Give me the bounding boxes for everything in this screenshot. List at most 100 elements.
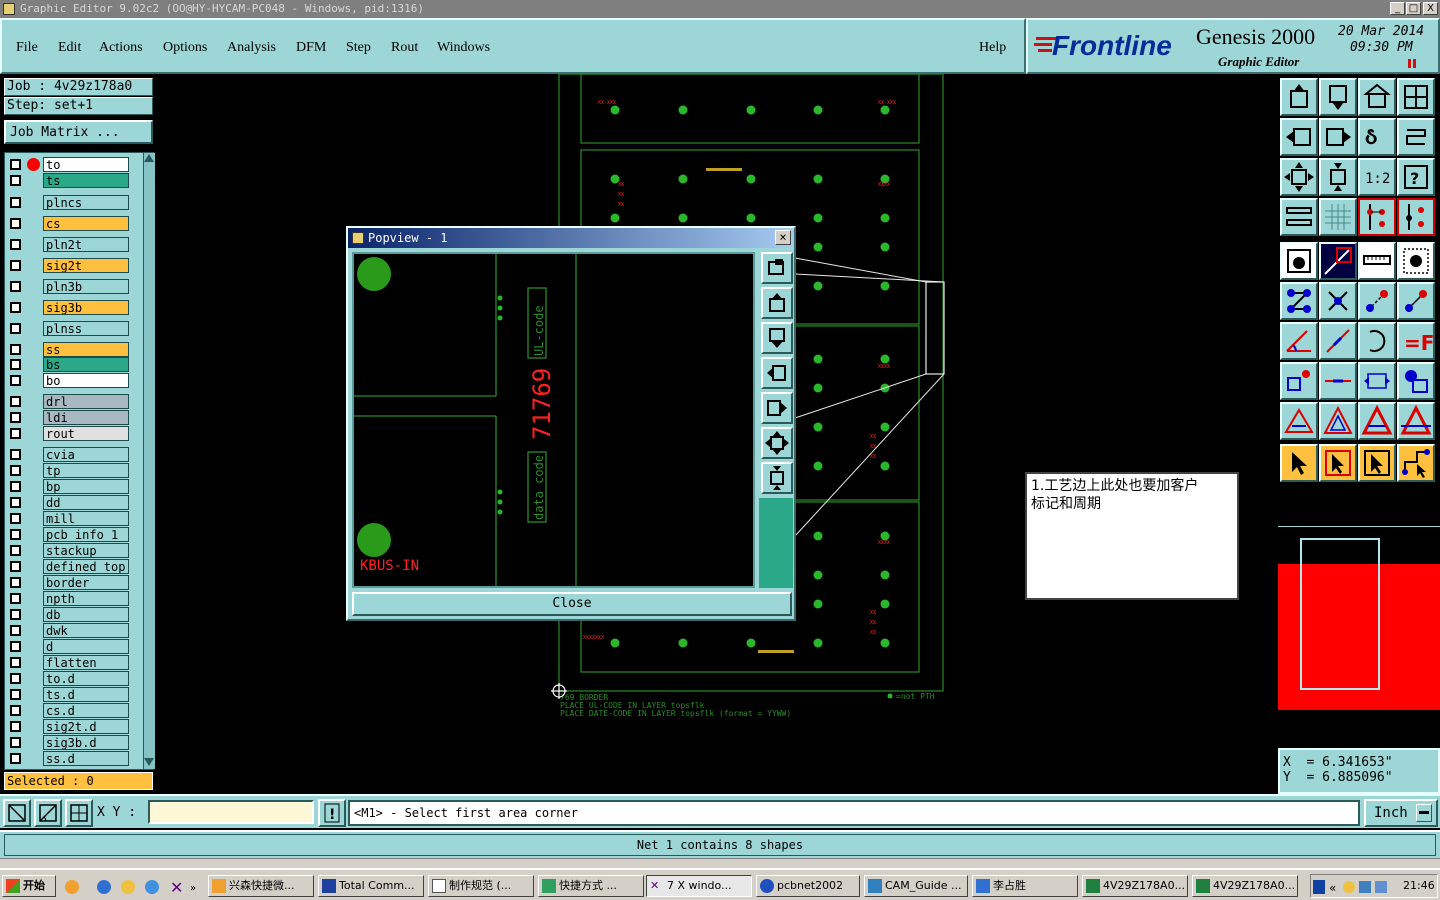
layer-checkbox[interactable] [10,302,21,313]
layer-row[interactable]: ss [7,342,129,357]
task-item-active[interactable]: ✕ 7 X windo... [646,875,752,897]
popview-dialog[interactable]: Popview - 1 × UL-code data code 71769 KB… [346,226,796,621]
layer-row[interactable]: flatten [7,655,129,670]
menu-analysis[interactable]: Analysis [227,40,276,56]
select-box-button[interactable] [1319,444,1357,482]
ime-icon[interactable] [1313,880,1325,894]
layer-row[interactable]: to.d [7,671,129,686]
layer-name[interactable]: bo [43,373,129,388]
layer-name[interactable]: rout [43,426,129,441]
layer-name[interactable]: sig2t [43,258,129,273]
layer-checkbox[interactable] [10,344,21,355]
layer-name[interactable]: to [43,157,129,172]
ie-icon[interactable] [97,880,111,894]
group-button[interactable] [1397,362,1435,400]
layer-row[interactable]: cs.d [7,703,129,718]
layer-row[interactable]: mill [7,511,129,526]
layer-row[interactable]: sig2t.d [7,719,129,734]
layer-checkbox[interactable] [10,673,21,684]
overview-map[interactable] [1278,484,1440,748]
layer-checkbox[interactable] [10,281,21,292]
move-button[interactable] [1358,282,1396,320]
layer-name[interactable]: d [43,639,129,654]
menu-step[interactable]: Step [346,40,371,56]
layer-name[interactable]: border [43,575,129,590]
select-net-button[interactable] [1358,444,1396,482]
task-item[interactable]: 兴森快捷微... [208,875,314,897]
popview-pan-right-button[interactable] [761,392,793,424]
layer-name[interactable]: to.d [43,671,129,686]
layer-name[interactable]: ts.d [43,687,129,702]
task-item[interactable]: pcbnet2002 [756,875,860,897]
measure-angle-button[interactable] [34,799,62,827]
layer-row[interactable]: npth [7,591,129,606]
pan-down-button[interactable] [1319,78,1357,116]
layer-checkbox[interactable] [10,529,21,540]
layer-checkbox[interactable] [10,396,21,407]
pan-left-button[interactable] [1280,118,1318,156]
popview-title-bar[interactable]: Popview - 1 × [348,228,794,248]
layer-name[interactable]: ldi [43,410,129,425]
menu-options[interactable]: Options [163,40,207,56]
menu-windows[interactable]: Windows [437,40,490,56]
layer-checkbox[interactable] [10,218,21,229]
layer-checkbox[interactable] [10,657,21,668]
annotation-note[interactable]: 1.工艺边上此处也要加客户 标记和周期 [1025,472,1239,600]
layer-row[interactable]: defined_top [7,559,129,574]
layer-name[interactable]: cs.d [43,703,129,718]
popview-viewport[interactable]: UL-code data code 71769 KBUS-IN [352,252,755,588]
layer-checkbox[interactable] [10,705,21,716]
job-matrix-button[interactable]: Job Matrix ... [4,120,153,144]
layer-row[interactable]: d [7,639,129,654]
clock-app-icon[interactable] [121,880,135,894]
zoom-home-button[interactable] [1280,78,1318,116]
start-button[interactable]: 开始 [2,875,56,897]
layer-row[interactable]: bo [7,373,129,388]
layer-row[interactable]: plnss [7,321,129,336]
task-item[interactable]: 制作规范 (... [428,875,534,897]
menu-help[interactable]: Help [979,40,1006,56]
popview-pan-down-button[interactable] [761,322,793,354]
layer-row[interactable]: ss.d [7,751,129,766]
measure-button[interactable] [1358,242,1396,280]
layer-name[interactable]: bs [43,357,129,372]
layer-row[interactable]: sig3b [7,300,129,315]
layer-name[interactable]: pcb_info_1 [43,527,129,542]
units-dropdown-icon[interactable] [1416,804,1432,822]
layer-checkbox[interactable] [10,359,21,370]
layer-name[interactable]: defined_top [43,559,129,574]
layer-row[interactable]: ts.d [7,687,129,702]
layer-checkbox[interactable] [10,625,21,636]
layer-row[interactable]: pln2t [7,237,129,252]
layer-checkbox[interactable] [10,561,21,572]
resize-button[interactable] [1358,362,1396,400]
layer-checkbox[interactable] [10,689,21,700]
layer-checkbox[interactable] [10,593,21,604]
layer-row[interactable]: cvia [7,447,129,462]
close-window-button[interactable]: X [1423,2,1438,15]
text-button[interactable]: =F [1397,322,1435,360]
layer-name[interactable]: bp [43,479,129,494]
menu-file[interactable]: File [16,40,38,56]
layer-checkbox[interactable] [10,513,21,524]
zoom-fit-button[interactable] [1280,158,1318,196]
arc-button[interactable] [1358,322,1396,360]
mirror-view-button[interactable]: Ⴢ [1358,118,1396,156]
alert-button[interactable]: ! [318,799,346,827]
zoom-out-button[interactable] [1319,158,1357,196]
layer-checkbox[interactable] [10,412,21,423]
popview-zoom-in-button[interactable] [761,427,793,459]
layer-checkbox[interactable] [10,260,21,271]
popview-close-button[interactable]: Close [352,592,792,616]
overview-view-rect[interactable] [1300,538,1380,690]
layer-row[interactable]: sig3b.d [7,735,129,750]
layer-row[interactable]: dwk [7,623,129,638]
layer-checkbox[interactable] [10,159,21,170]
task-item[interactable]: CAM_Guide ... [864,875,968,897]
task-item[interactable]: 4V29Z178A0... [1082,875,1188,897]
layer-name[interactable]: dwk [43,623,129,638]
grid-snap-button[interactable] [65,799,93,827]
tray-monitor-icon[interactable] [1375,881,1387,893]
layer-name[interactable]: ss.d [43,751,129,766]
popview-pan-left-button[interactable] [761,357,793,389]
